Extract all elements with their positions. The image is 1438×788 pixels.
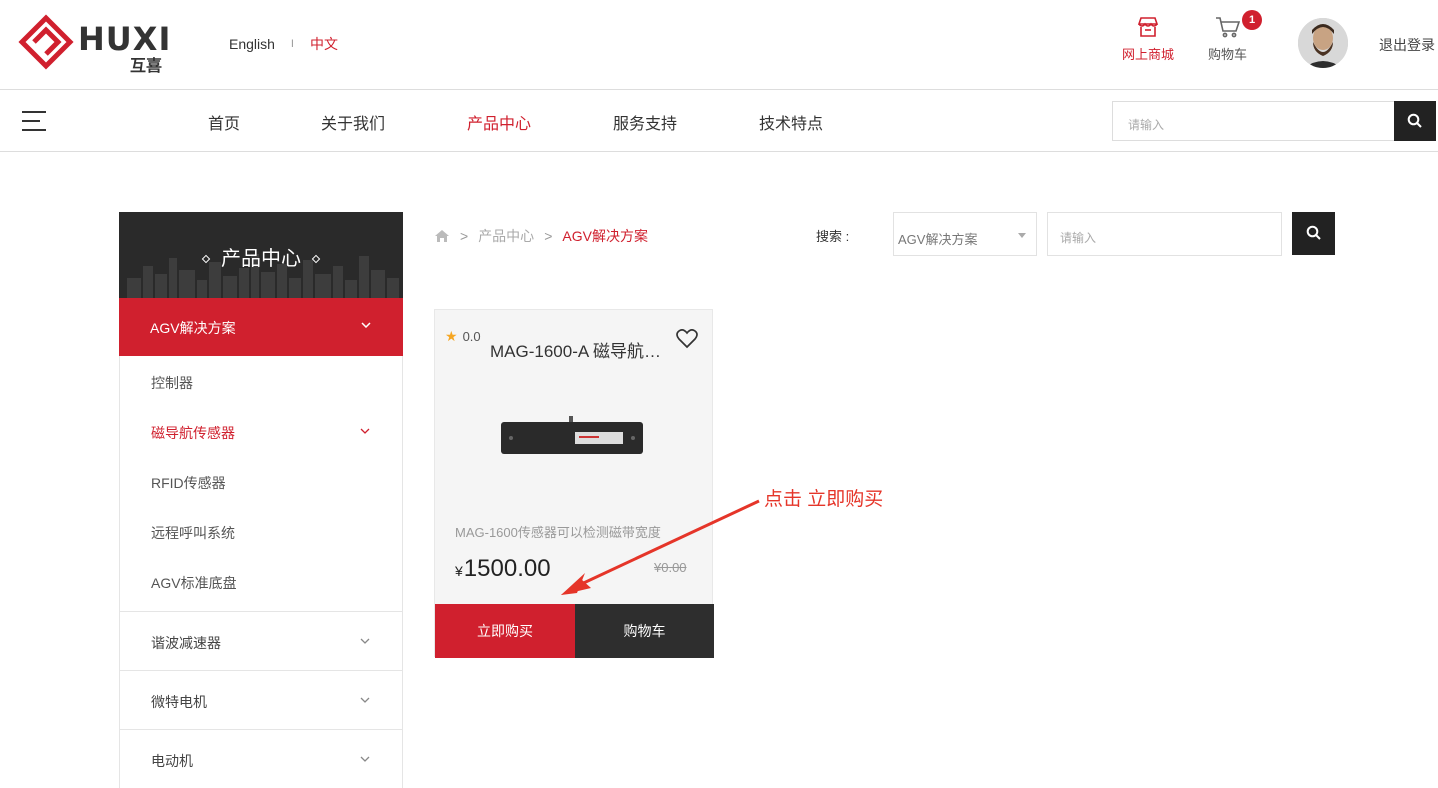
search-label: 搜索 : — [816, 229, 850, 244]
cart-label: 购物车 — [1208, 47, 1248, 62]
user-avatar[interactable] — [1298, 18, 1348, 68]
cart-count-badge: 1 — [1242, 10, 1262, 30]
breadcrumb-separator: > — [544, 228, 553, 244]
favorite-heart-icon[interactable] — [676, 329, 698, 349]
nav-home[interactable]: 首页 — [208, 110, 240, 134]
product-search-button[interactable] — [1292, 212, 1335, 255]
sidebar-item-remote-call[interactable]: 远程呼叫系统 — [120, 506, 402, 556]
nav-search-input[interactable]: 请输入 — [1112, 101, 1394, 141]
add-to-cart-button[interactable]: 购物车 — [575, 604, 714, 658]
price-value: 1500.00 — [463, 555, 551, 582]
cart-link[interactable]: 购物车 1 — [1208, 10, 1262, 63]
language-switch: English I 中文 — [229, 34, 338, 54]
product-card: ★ 0.0 MAG-1600-A 磁导航传感器 MAG-1600传感器可以检测磁… — [434, 309, 714, 658]
sidebar-list: 控制器 磁导航传感器 RFID传感器 远程呼叫系统 AGV标准底盘 谐波减速器 … — [119, 356, 403, 788]
chevron-down-icon — [361, 322, 371, 328]
rating-value: 0.0 — [462, 329, 481, 344]
home-icon[interactable] — [434, 229, 450, 243]
logo-subtext: 互喜 — [130, 58, 163, 75]
nav-service[interactable]: 服务支持 — [613, 110, 677, 134]
nav-about[interactable]: 关于我们 — [321, 110, 385, 134]
product-search-input[interactable]: 请输入 — [1047, 212, 1282, 256]
annotation-arrow-icon — [561, 499, 760, 595]
chevron-down-icon — [360, 756, 370, 762]
online-mall-label: 网上商城 — [1122, 47, 1175, 62]
search-icon — [1306, 225, 1321, 240]
currency-symbol: ¥ — [455, 563, 463, 579]
nav-products[interactable]: 产品中心 — [467, 110, 531, 134]
product-price: ¥1500.00 — [455, 555, 551, 583]
sidebar-category-electric-motor[interactable]: 电动机 — [120, 729, 402, 788]
online-mall-link[interactable]: 网上商城 — [1122, 16, 1174, 63]
star-icon: ★ — [445, 328, 458, 344]
sidebar-category-label: 谐波减速器 — [151, 635, 221, 651]
chevron-down-icon — [360, 697, 370, 703]
logout-link[interactable]: 退出登录 — [1379, 35, 1435, 55]
sidebar-item-agv-chassis[interactable]: AGV标准底盘 — [120, 556, 402, 611]
product-title[interactable]: MAG-1600-A 磁导航传感器 — [490, 337, 672, 362]
sidebar-title-text: 产品中心 — [221, 248, 301, 270]
lang-separator: I — [290, 38, 294, 50]
buy-now-button[interactable]: 立即购买 — [435, 604, 575, 658]
sidebar-category-micro-motor[interactable]: 微特电机 — [120, 670, 402, 729]
sidebar-item-label: 磁导航传感器 — [151, 425, 235, 441]
annotation-text: 点击 立即购买 — [764, 489, 884, 510]
category-sidebar: 产品中心 AGV解决方案 控制器 磁导航传感器 RFID传感器 远程呼叫系统 A… — [119, 212, 403, 788]
category-select[interactable]: AGV解决方案 — [893, 212, 1037, 256]
lang-english-link[interactable]: English — [229, 36, 275, 52]
huxi-logo[interactable]: HUXI 互喜 — [18, 14, 178, 75]
main-navbar: 首页 关于我们 产品中心 服务支持 技术特点 请输入 — [0, 91, 1438, 152]
breadcrumb-separator: > — [460, 228, 469, 244]
diamond-icon — [201, 254, 211, 264]
breadcrumb-level1[interactable]: 产品中心 — [478, 226, 534, 246]
caret-down-icon — [1018, 233, 1026, 238]
nav-search-button[interactable] — [1394, 101, 1436, 141]
sidebar-category-label: AGV解决方案 — [150, 320, 236, 336]
site-header: HUXI 互喜 English I 中文 网上商城 购物车 1 退出登录 — [0, 0, 1438, 90]
chevron-down-icon — [360, 638, 370, 644]
sidebar-category-harmonic-reducer[interactable]: 谐波减速器 — [120, 611, 402, 670]
sidebar-item-rfid-sensor[interactable]: RFID传感器 — [120, 456, 402, 506]
product-rating: ★ 0.0 — [445, 328, 481, 345]
sidebar-category-agv[interactable]: AGV解决方案 — [119, 298, 403, 356]
logo-mark-icon — [18, 14, 74, 70]
breadcrumb: > 产品中心 > AGV解决方案 — [434, 226, 648, 246]
product-image[interactable] — [499, 412, 645, 458]
sidebar-category-label: 微特电机 — [151, 694, 207, 710]
menu-icon[interactable] — [22, 111, 46, 131]
breadcrumb-current: AGV解决方案 — [562, 228, 648, 244]
category-select-value: AGV解决方案 — [898, 232, 978, 247]
sidebar-header: 产品中心 — [119, 212, 403, 298]
lang-chinese-link[interactable]: 中文 — [310, 34, 338, 54]
diamond-icon — [311, 254, 321, 264]
sidebar-item-controller[interactable]: 控制器 — [120, 356, 402, 406]
search-icon — [1407, 113, 1422, 128]
chevron-down-icon — [360, 428, 370, 434]
cart-icon — [1215, 17, 1240, 38]
store-icon — [1137, 17, 1159, 37]
nav-tech[interactable]: 技术特点 — [759, 110, 823, 134]
sidebar-title: 产品中心 — [119, 242, 403, 271]
sidebar-category-label: 电动机 — [151, 753, 193, 769]
avatar-image — [1298, 18, 1348, 68]
sidebar-item-magnetic-sensor[interactable]: 磁导航传感器 — [120, 406, 402, 456]
